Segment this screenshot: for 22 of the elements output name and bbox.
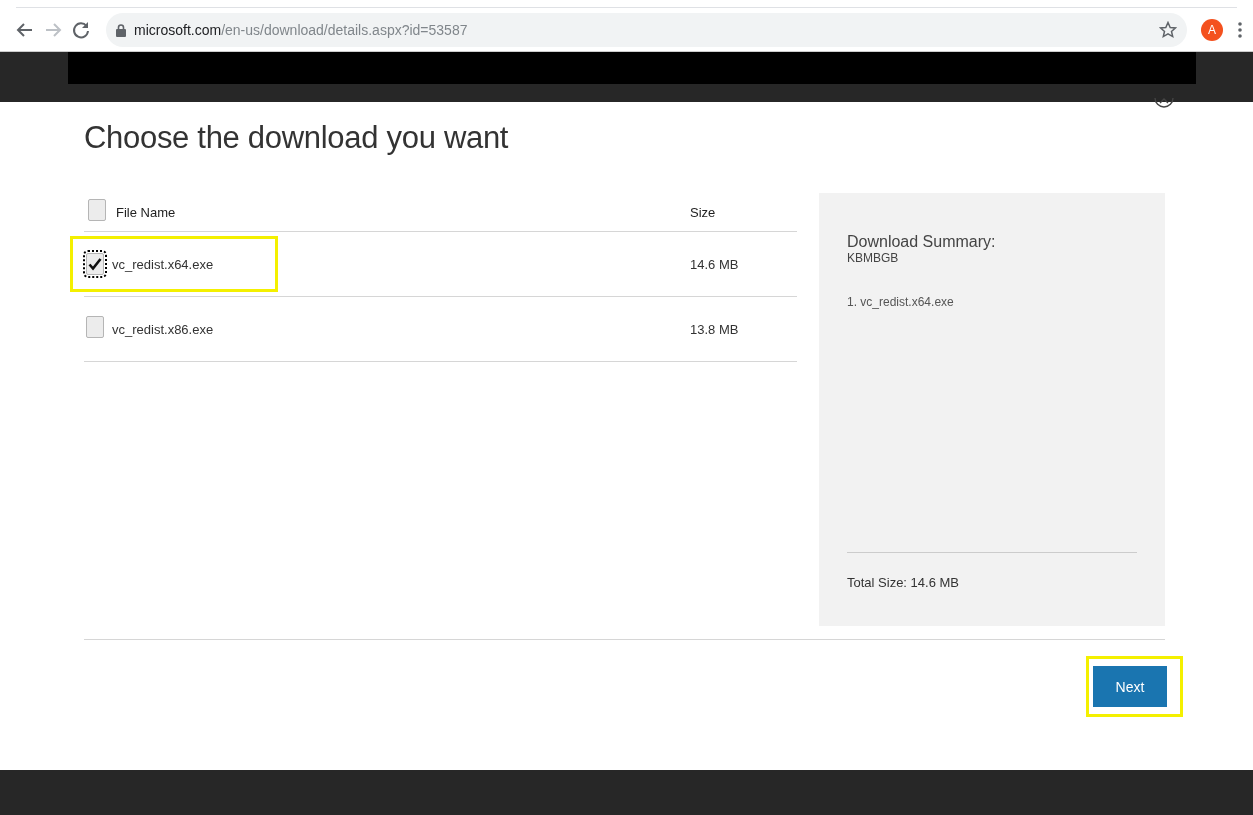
column-header: File Name: [116, 204, 176, 220]
menu-icon[interactable]: [1237, 21, 1243, 39]
total-size: Total Size: 14.6 MB: [847, 552, 1137, 626]
address-bar[interactable]: microsoft.com/en-us/download/details.aspx?id=53587: [106, 13, 1187, 47]
profile-avatar[interactable]: A: [1201, 19, 1223, 41]
dialog-title: Choose the download you want: [84, 120, 510, 156]
file-size: 13.8 MB: [690, 321, 740, 337]
url-text: microsoft.com/en-us/download/details.aspx?id=53587: [134, 22, 468, 38]
next-button[interactable]: Next: [1093, 666, 1167, 707]
lock-icon: [116, 23, 126, 37]
file-name: vc_redist.x86.exe: [112, 321, 214, 337]
summary-item: 1. vc_redist.x64.exe: [847, 295, 955, 309]
summary-subheading: KBMBGB: [847, 251, 900, 265]
column-header: Size: [690, 204, 717, 220]
checkbox[interactable]: [86, 253, 104, 275]
reload-icon[interactable]: [70, 19, 92, 41]
checkbox[interactable]: [88, 199, 106, 221]
summary-heading: Download Summary:: [847, 233, 997, 251]
star-icon[interactable]: [1159, 21, 1177, 39]
file-name: vc_redist.x64.exe: [112, 256, 214, 272]
checkbox[interactable]: [86, 316, 104, 338]
file-size: 14.6 MB: [690, 256, 740, 272]
